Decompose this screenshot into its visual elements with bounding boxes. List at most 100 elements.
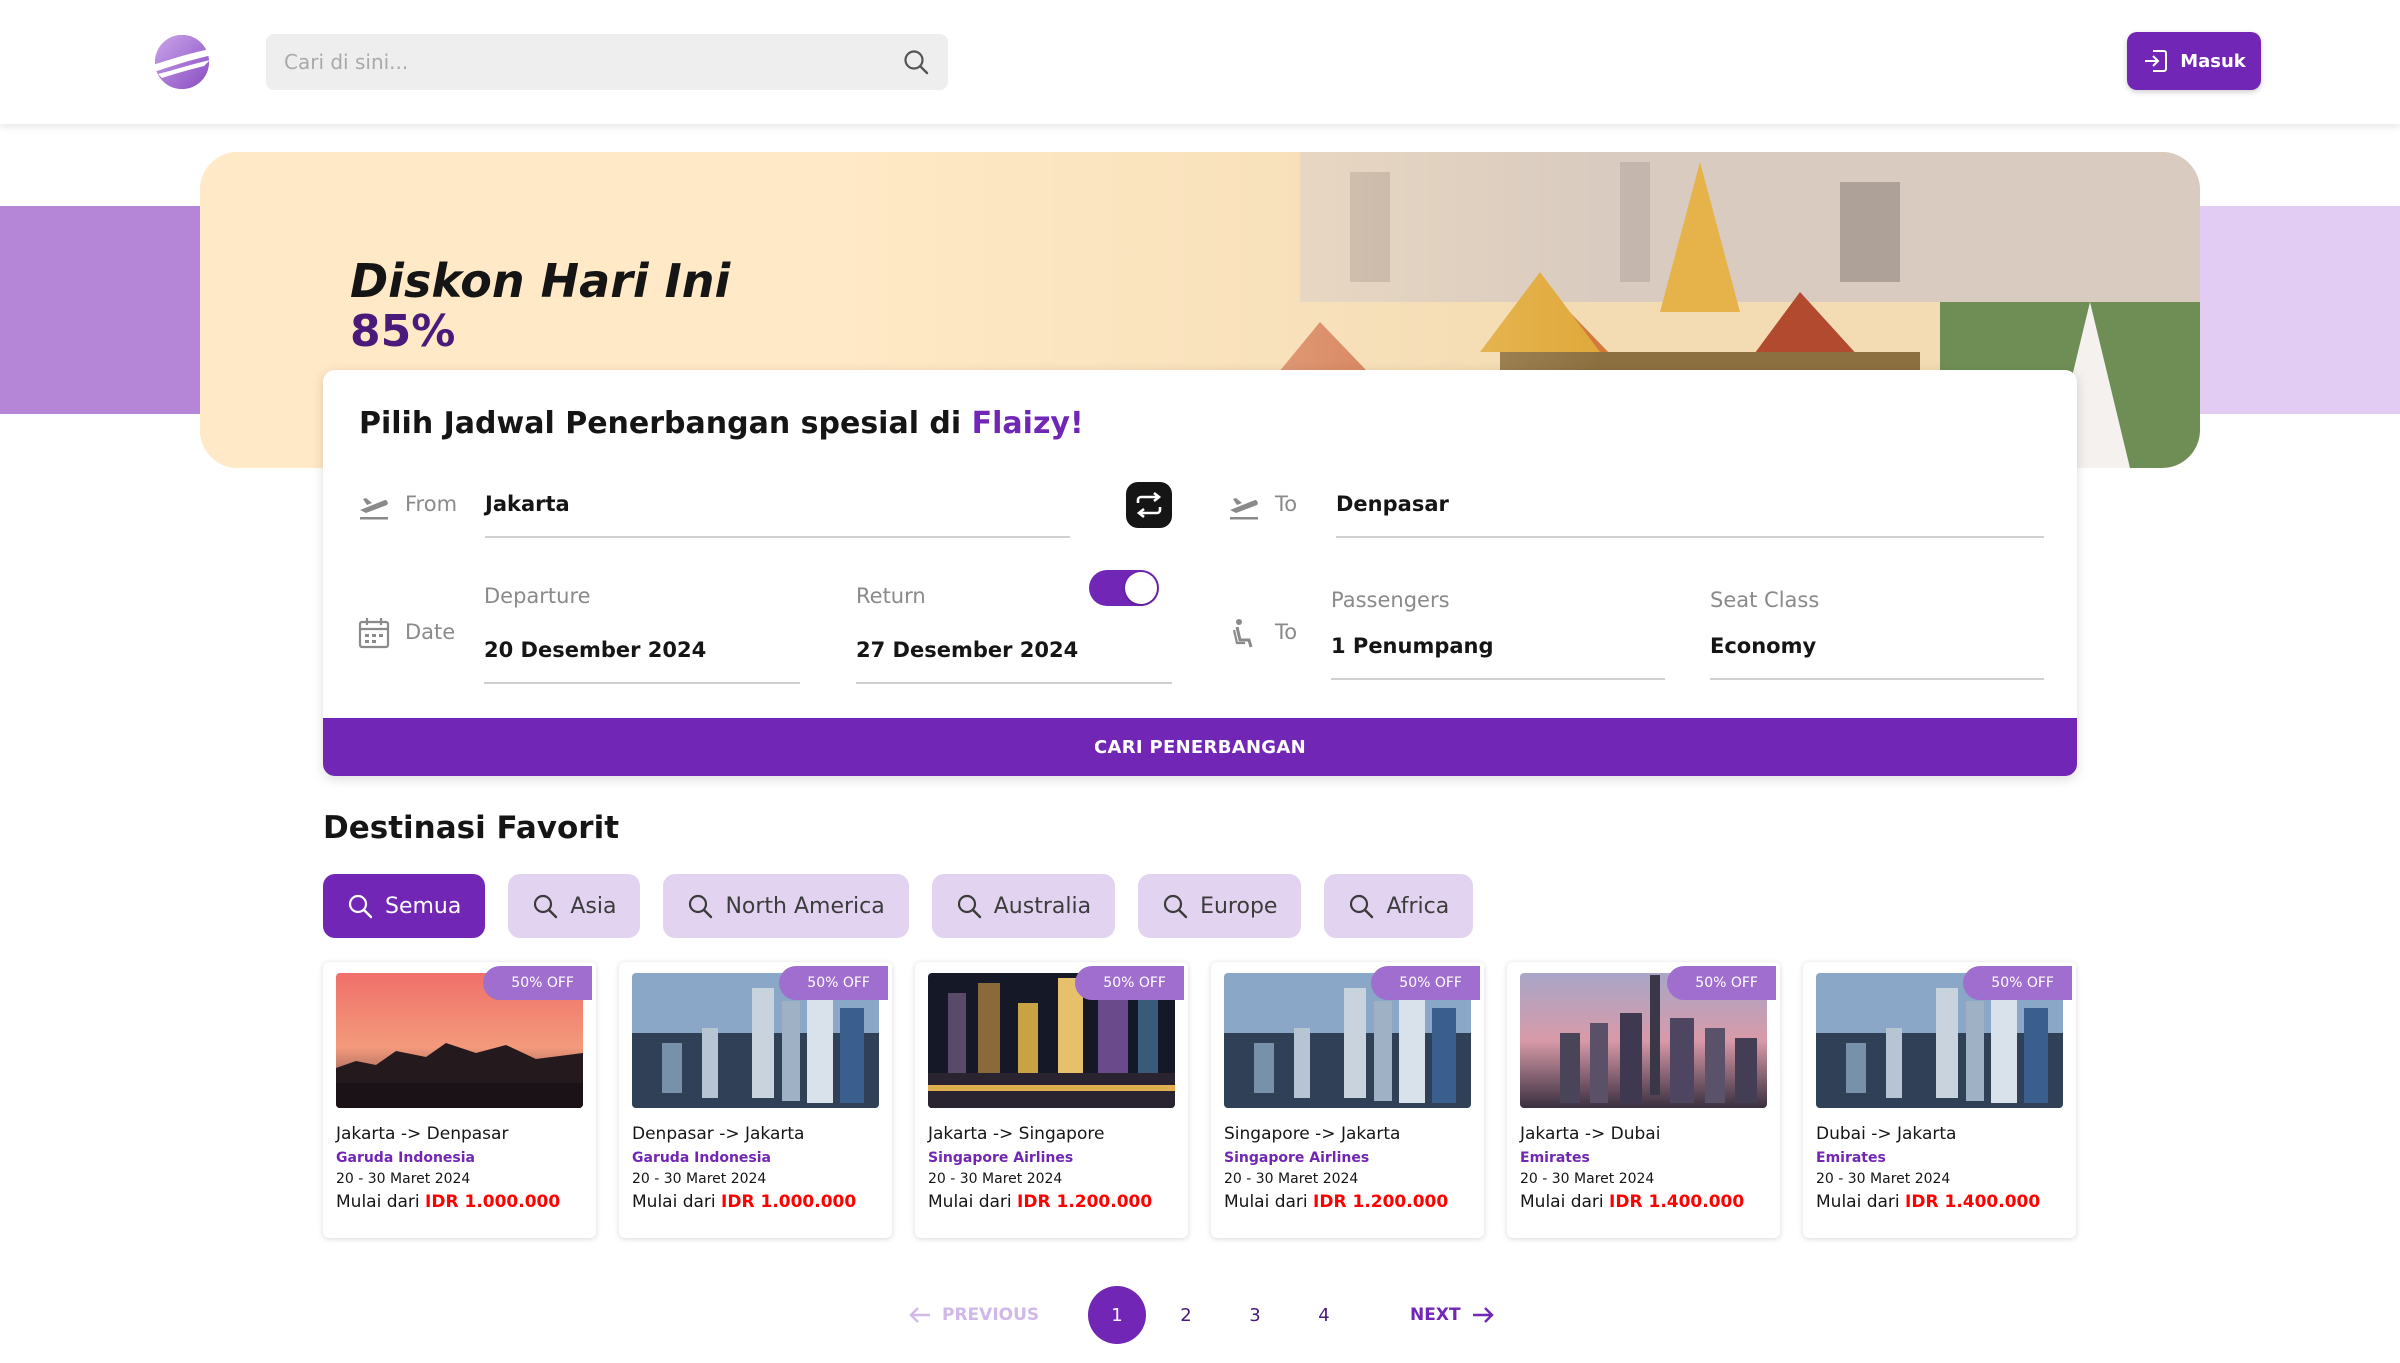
swap-icon	[1136, 491, 1162, 519]
to-underline	[1336, 536, 2044, 538]
favorite-destinations-title: Destinasi Favorit	[323, 810, 620, 846]
from-field[interactable]: Jakarta	[485, 492, 570, 516]
return-date-field[interactable]: 27 Desember 2024	[856, 638, 1078, 662]
travel-dates: 20 - 30 Maret 2024	[632, 1171, 767, 1187]
filter-chip-label: Europe	[1200, 893, 1278, 919]
destination-card[interactable]: 50% OFF Jakarta -> Denpasar Garuda Indon…	[323, 962, 596, 1238]
airline-name: Emirates	[1520, 1150, 1590, 1166]
search-bar	[266, 34, 948, 90]
search-input[interactable]	[284, 34, 884, 90]
previous-page-button[interactable]: PREVIOUS	[908, 1286, 1039, 1344]
hero-band-left	[0, 206, 200, 414]
departure-date-field[interactable]: 20 Desember 2024	[484, 638, 706, 662]
search-icon[interactable]	[902, 48, 930, 76]
passengers-field[interactable]: 1 Penumpang	[1331, 634, 1494, 658]
price-prefix: Mulai dari	[336, 1192, 420, 1212]
filter-chip-europe[interactable]: Europe	[1138, 874, 1302, 938]
arrow-left-icon	[909, 1307, 930, 1323]
route-text: Jakarta -> Denpasar	[336, 1124, 509, 1144]
filter-chip-australia[interactable]: Australia	[931, 874, 1116, 938]
return-label: Return	[856, 584, 926, 608]
swap-route-button[interactable]	[1126, 482, 1172, 528]
date-label: Date	[405, 620, 456, 644]
filter-chip-north-america[interactable]: North America	[663, 874, 909, 938]
return-toggle[interactable]	[1089, 570, 1159, 606]
search-card-title: Pilih Jadwal Penerbangan spesial di Flai…	[359, 406, 1084, 441]
destination-card[interactable]: 50% OFF Singapore -> Jakarta Singapore A…	[1211, 962, 1484, 1238]
price-prefix: Mulai dari	[928, 1192, 1012, 1212]
price-value: IDR 1.400.000	[1609, 1192, 1745, 1212]
login-button[interactable]: Masuk	[2127, 32, 2261, 90]
airline-name: Garuda Indonesia	[632, 1150, 772, 1166]
return-underline	[856, 682, 1172, 684]
flaizy-logo-icon[interactable]	[148, 30, 218, 94]
to-label: To	[1275, 492, 1298, 516]
seat-class-field[interactable]: Economy	[1710, 634, 1816, 658]
calendar-icon	[358, 618, 390, 649]
seat-class-underline	[1710, 678, 2044, 680]
travel-dates: 20 - 30 Maret 2024	[1520, 1171, 1655, 1187]
destination-card[interactable]: 50% OFF Dubai -> Jakarta Emirates 20 - 3…	[1803, 962, 2076, 1238]
route-text: Jakarta -> Singapore	[928, 1124, 1105, 1144]
airline-name: Emirates	[1816, 1150, 1886, 1166]
to-field[interactable]: Denpasar	[1336, 492, 1449, 516]
hero-band-right	[2200, 206, 2400, 414]
top-navbar: Masuk	[0, 0, 2400, 124]
destination-card[interactable]: 50% OFF Jakarta -> Dubai Emirates 20 - 3…	[1507, 962, 1780, 1238]
toggle-knob	[1125, 572, 1157, 604]
price-value: IDR 1.400.000	[1905, 1192, 2041, 1212]
travel-dates: 20 - 30 Maret 2024	[1224, 1171, 1359, 1187]
departure-label: Departure	[484, 584, 591, 608]
price-text: Mulai dari IDR 1.400.000	[1816, 1192, 2040, 1212]
filter-chip-africa[interactable]: Africa	[1324, 874, 1474, 938]
price-prefix: Mulai dari	[632, 1192, 716, 1212]
discount-badge: 50% OFF	[1371, 966, 1480, 1000]
price-text: Mulai dari IDR 1.200.000	[1224, 1192, 1448, 1212]
destination-card[interactable]: 50% OFF Jakarta -> Singapore Singapore A…	[915, 962, 1188, 1238]
price-value: IDR 1.200.000	[1017, 1192, 1153, 1212]
discount-badge: 50% OFF	[1667, 966, 1776, 1000]
seat-icon	[1232, 619, 1253, 648]
search-icon	[348, 894, 373, 919]
filter-chip-label: Africa	[1386, 893, 1450, 919]
price-prefix: Mulai dari	[1224, 1192, 1308, 1212]
filter-chip-semua[interactable]: Semua	[323, 874, 486, 938]
promo-percent: 85%	[350, 306, 456, 357]
page-3-button[interactable]: 3	[1226, 1286, 1284, 1344]
filter-chip-label: Semua	[385, 893, 462, 919]
passenger-section-label: To	[1275, 620, 1298, 644]
price-value: IDR 1.000.000	[425, 1192, 561, 1212]
plane-landing-icon	[1230, 498, 1258, 520]
search-flights-button[interactable]: CARI PENERBANGAN	[323, 718, 2077, 776]
arrow-right-icon	[1472, 1307, 1494, 1323]
filter-chip-label: North America	[725, 893, 885, 919]
route-text: Singapore -> Jakarta	[1224, 1124, 1401, 1144]
route-text: Dubai -> Jakarta	[1816, 1124, 1957, 1144]
discount-badge: 50% OFF	[1963, 966, 2072, 1000]
promo-title: Diskon Hari Ini	[350, 254, 731, 308]
discount-badge: 50% OFF	[779, 966, 888, 1000]
flight-search-card: Pilih Jadwal Penerbangan spesial di Flai…	[323, 370, 2077, 776]
discount-badge: 50% OFF	[483, 966, 592, 1000]
page-2-button[interactable]: 2	[1157, 1286, 1215, 1344]
travel-dates: 20 - 30 Maret 2024	[1816, 1171, 1951, 1187]
travel-dates: 20 - 30 Maret 2024	[928, 1171, 1063, 1187]
search-icon	[534, 894, 558, 919]
next-page-button[interactable]: NEXT	[1410, 1286, 1495, 1344]
login-icon	[2145, 50, 2168, 72]
search-card-title-text: Pilih Jadwal Penerbangan spesial di	[359, 406, 972, 441]
passengers-label: Passengers	[1331, 588, 1450, 612]
filter-chip-label: Australia	[993, 893, 1092, 919]
previous-label: PREVIOUS	[942, 1305, 1040, 1325]
filter-chip-asia[interactable]: Asia	[508, 874, 641, 938]
price-text: Mulai dari IDR 1.000.000	[336, 1192, 560, 1212]
page-4-button[interactable]: 4	[1295, 1286, 1353, 1344]
page-1-button[interactable]: 1	[1088, 1286, 1146, 1344]
next-label: NEXT	[1410, 1305, 1461, 1325]
airline-name: Singapore Airlines	[1224, 1150, 1370, 1166]
destination-card[interactable]: 50% OFF Denpasar -> Jakarta Garuda Indon…	[619, 962, 892, 1238]
route-text: Denpasar -> Jakarta	[632, 1124, 805, 1144]
destination-card-list: 50% OFF Jakarta -> Denpasar Garuda Indon…	[323, 962, 2076, 1238]
search-icon	[689, 894, 713, 919]
departure-underline	[484, 682, 800, 684]
